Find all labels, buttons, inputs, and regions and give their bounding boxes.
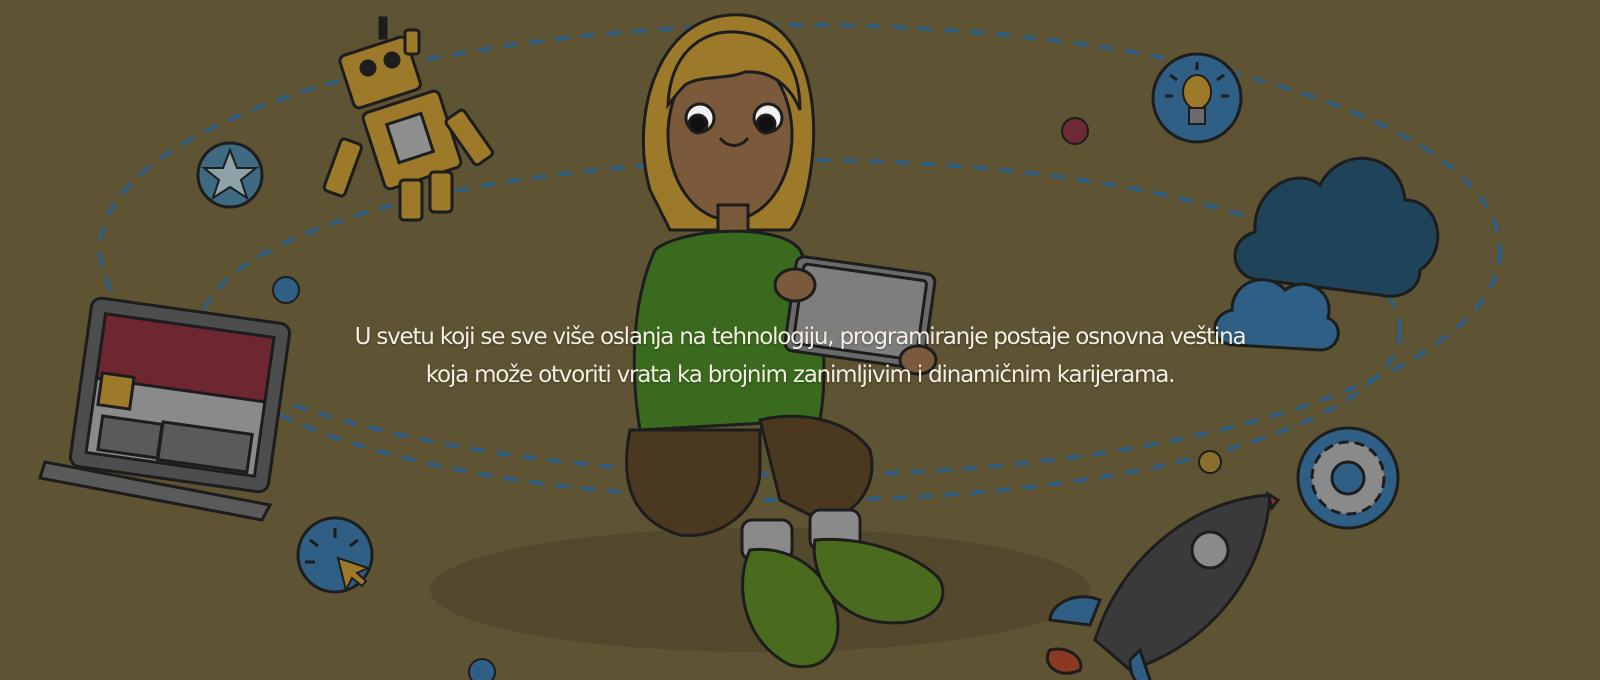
hero-banner: U svetu koji se sve više oslanja na tehn… xyxy=(0,0,1600,680)
red-dot xyxy=(1061,117,1089,145)
bottom-dot xyxy=(468,658,496,680)
blue-dot xyxy=(272,276,300,304)
gear-icon xyxy=(1296,426,1400,530)
orange-dot xyxy=(1198,450,1222,474)
hero-caption-line-2: koja može otvoriti vrata ka brojnim zani… xyxy=(425,362,1176,388)
star-icon xyxy=(196,141,264,209)
pointer-click-icon xyxy=(296,516,374,594)
hero-caption-line-1: U svetu koji se sve više oslanja na tehn… xyxy=(354,324,1247,350)
hero-caption: U svetu koji se sve više oslanja na tehn… xyxy=(250,318,1350,394)
lightbulb-icon xyxy=(1151,52,1243,144)
